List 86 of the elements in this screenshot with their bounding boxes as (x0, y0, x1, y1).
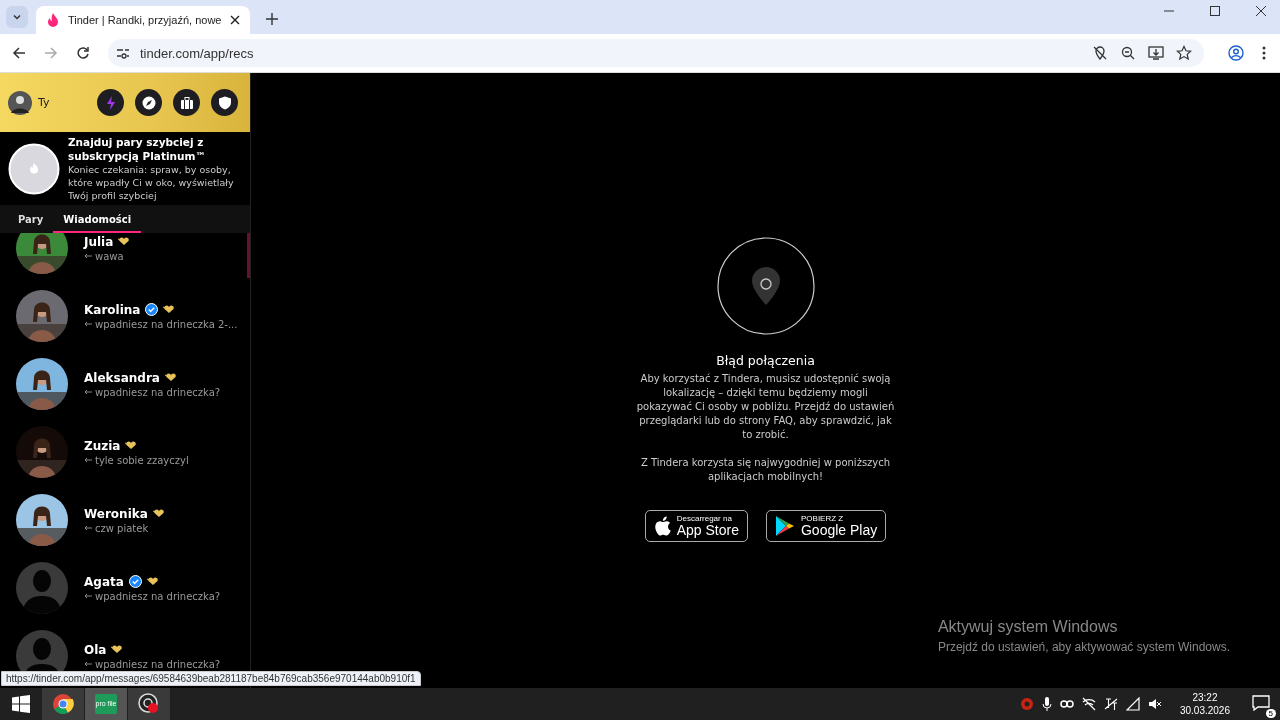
contact-name: Karolina (84, 302, 141, 317)
network-off-icon[interactable] (1081, 697, 1096, 711)
reply-arrow-icon (84, 321, 92, 327)
chrome-taskbar-icon[interactable] (42, 688, 84, 720)
briefcase-icon (179, 95, 194, 110)
reply-arrow-icon (84, 593, 92, 599)
hearts-icon (152, 509, 165, 518)
contact-name: Ola (84, 642, 107, 657)
clock[interactable]: 23:22 30.03.2026 (1179, 691, 1230, 717)
hearts-icon (164, 373, 177, 382)
avatar-silhouette (16, 562, 68, 614)
reply-arrow-icon (84, 253, 92, 259)
apple-icon (653, 516, 671, 536)
chevron-down-icon (12, 12, 22, 22)
address-bar[interactable]: tinder.com/app/recs (108, 39, 1204, 67)
activation-title: Aktywuj system Windows (937, 618, 1119, 636)
hearts-icon (118, 237, 131, 246)
error-title: Błąd połączenia (716, 353, 815, 368)
back-icon[interactable] (12, 46, 26, 60)
tab-title: Tinder | Randki, przyjaźń, nowe (68, 14, 222, 26)
last-message: wpadniesz na drineczka? (95, 658, 221, 670)
app-store-button[interactable]: Descarregar na App Store (644, 510, 748, 542)
notification-icon (1252, 694, 1270, 711)
google-play-button[interactable]: POBIERZ Z Google Play (766, 510, 887, 542)
contact-name: Weronika (84, 506, 148, 521)
volume-muted-icon[interactable] (1147, 697, 1162, 711)
boost-button[interactable] (97, 89, 124, 116)
antivirus-icon[interactable] (1019, 697, 1034, 711)
hearts-icon (111, 645, 124, 654)
last-message: wpadniesz na drineczka? (95, 386, 221, 398)
contact-name: Julia (84, 234, 114, 249)
url-text: tinder.com/app/recs (140, 45, 254, 61)
notification-count: 5 (1265, 708, 1276, 718)
play-store-icon (775, 515, 795, 537)
last-message: tyle sobie zzayczyl (95, 454, 189, 466)
zoom-out-icon[interactable] (1120, 45, 1136, 61)
compass-icon (141, 95, 156, 110)
menu-icon[interactable] (1262, 45, 1266, 61)
briefcase-button[interactable] (173, 89, 200, 116)
promo-title: Znajduj pary szybciej z subskrypcją Platinum™ (68, 135, 207, 163)
sidebar-tab[interactable]: Wiadomości (53, 205, 142, 233)
hearts-icon (146, 577, 159, 586)
tab-search-button[interactable] (6, 6, 28, 28)
hearts-icon (163, 305, 176, 314)
close-icon[interactable] (230, 15, 240, 25)
explore-button[interactable] (135, 89, 162, 116)
site-settings-icon[interactable] (116, 46, 130, 60)
reply-arrow-icon (84, 661, 92, 667)
install-app-icon[interactable] (1148, 45, 1164, 61)
apps-message: Z Tindera korzysta się najwygodniej w poniższych aplikacjach mobilnych! (640, 456, 891, 484)
browser-icon (52, 693, 74, 715)
microphone-icon[interactable] (1041, 697, 1052, 711)
reload-icon[interactable] (76, 46, 90, 60)
shield-icon (217, 95, 232, 110)
record-icon (138, 693, 160, 715)
recorder-taskbar-icon[interactable] (128, 688, 170, 720)
error-message: Aby korzystać z Tindera, musisz udostępnić swoją lokalizację – dzięki temu będziemy mogli pokazywać Ci osoby w pobliżu. Przejdź do ustawień przeglądarki lub do strony FAQ, aby sprawdzić, jak to zrobić. (635, 372, 896, 442)
contact-name: Aleksandra (84, 370, 160, 385)
reply-arrow-icon (84, 525, 92, 531)
reply-arrow-icon (84, 389, 92, 395)
platinum-icon (8, 142, 60, 195)
windows-icon (12, 695, 30, 713)
maximize-icon[interactable] (1210, 6, 1220, 16)
star-icon[interactable] (1176, 45, 1192, 61)
reply-arrow-icon (84, 457, 92, 463)
status-url: https://tinder.com/app/messages/69584639beab281187be84b769cab356e970144ab0b910f1 (1, 671, 421, 686)
hearts-icon (125, 441, 138, 450)
sidebar-tab[interactable]: Pary (8, 205, 54, 233)
activation-text: Przejdź do ustawień, aby aktywować system Windows. (937, 640, 1230, 654)
contact-name: Agata (84, 574, 124, 589)
flame-icon (46, 12, 60, 28)
last-message: wpadniesz na drineczka 2-... (95, 318, 238, 330)
safety-button[interactable] (211, 89, 238, 116)
link-icon[interactable] (1059, 700, 1074, 708)
user-name[interactable]: Ty (38, 96, 50, 109)
promo-text: Koniec czekania: spraw, by osoby, które wpadły Ci w oko, wyświetlały Twój profil szybciej (68, 163, 235, 202)
location-pin-icon (716, 237, 815, 335)
close-icon[interactable] (1256, 6, 1266, 16)
last-message: wpadniesz na drineczka? (95, 590, 221, 602)
contact-name: Zuzia (84, 438, 121, 453)
last-message: czw piatek (95, 522, 149, 534)
browser-tab[interactable]: Tinder | Randki, przyjaźń, nowe (36, 6, 250, 34)
last-message: wawa (95, 250, 124, 262)
profile-icon[interactable] (1228, 45, 1244, 61)
new-tab-icon[interactable] (266, 13, 278, 25)
location-blocked-icon[interactable] (1092, 45, 1108, 61)
